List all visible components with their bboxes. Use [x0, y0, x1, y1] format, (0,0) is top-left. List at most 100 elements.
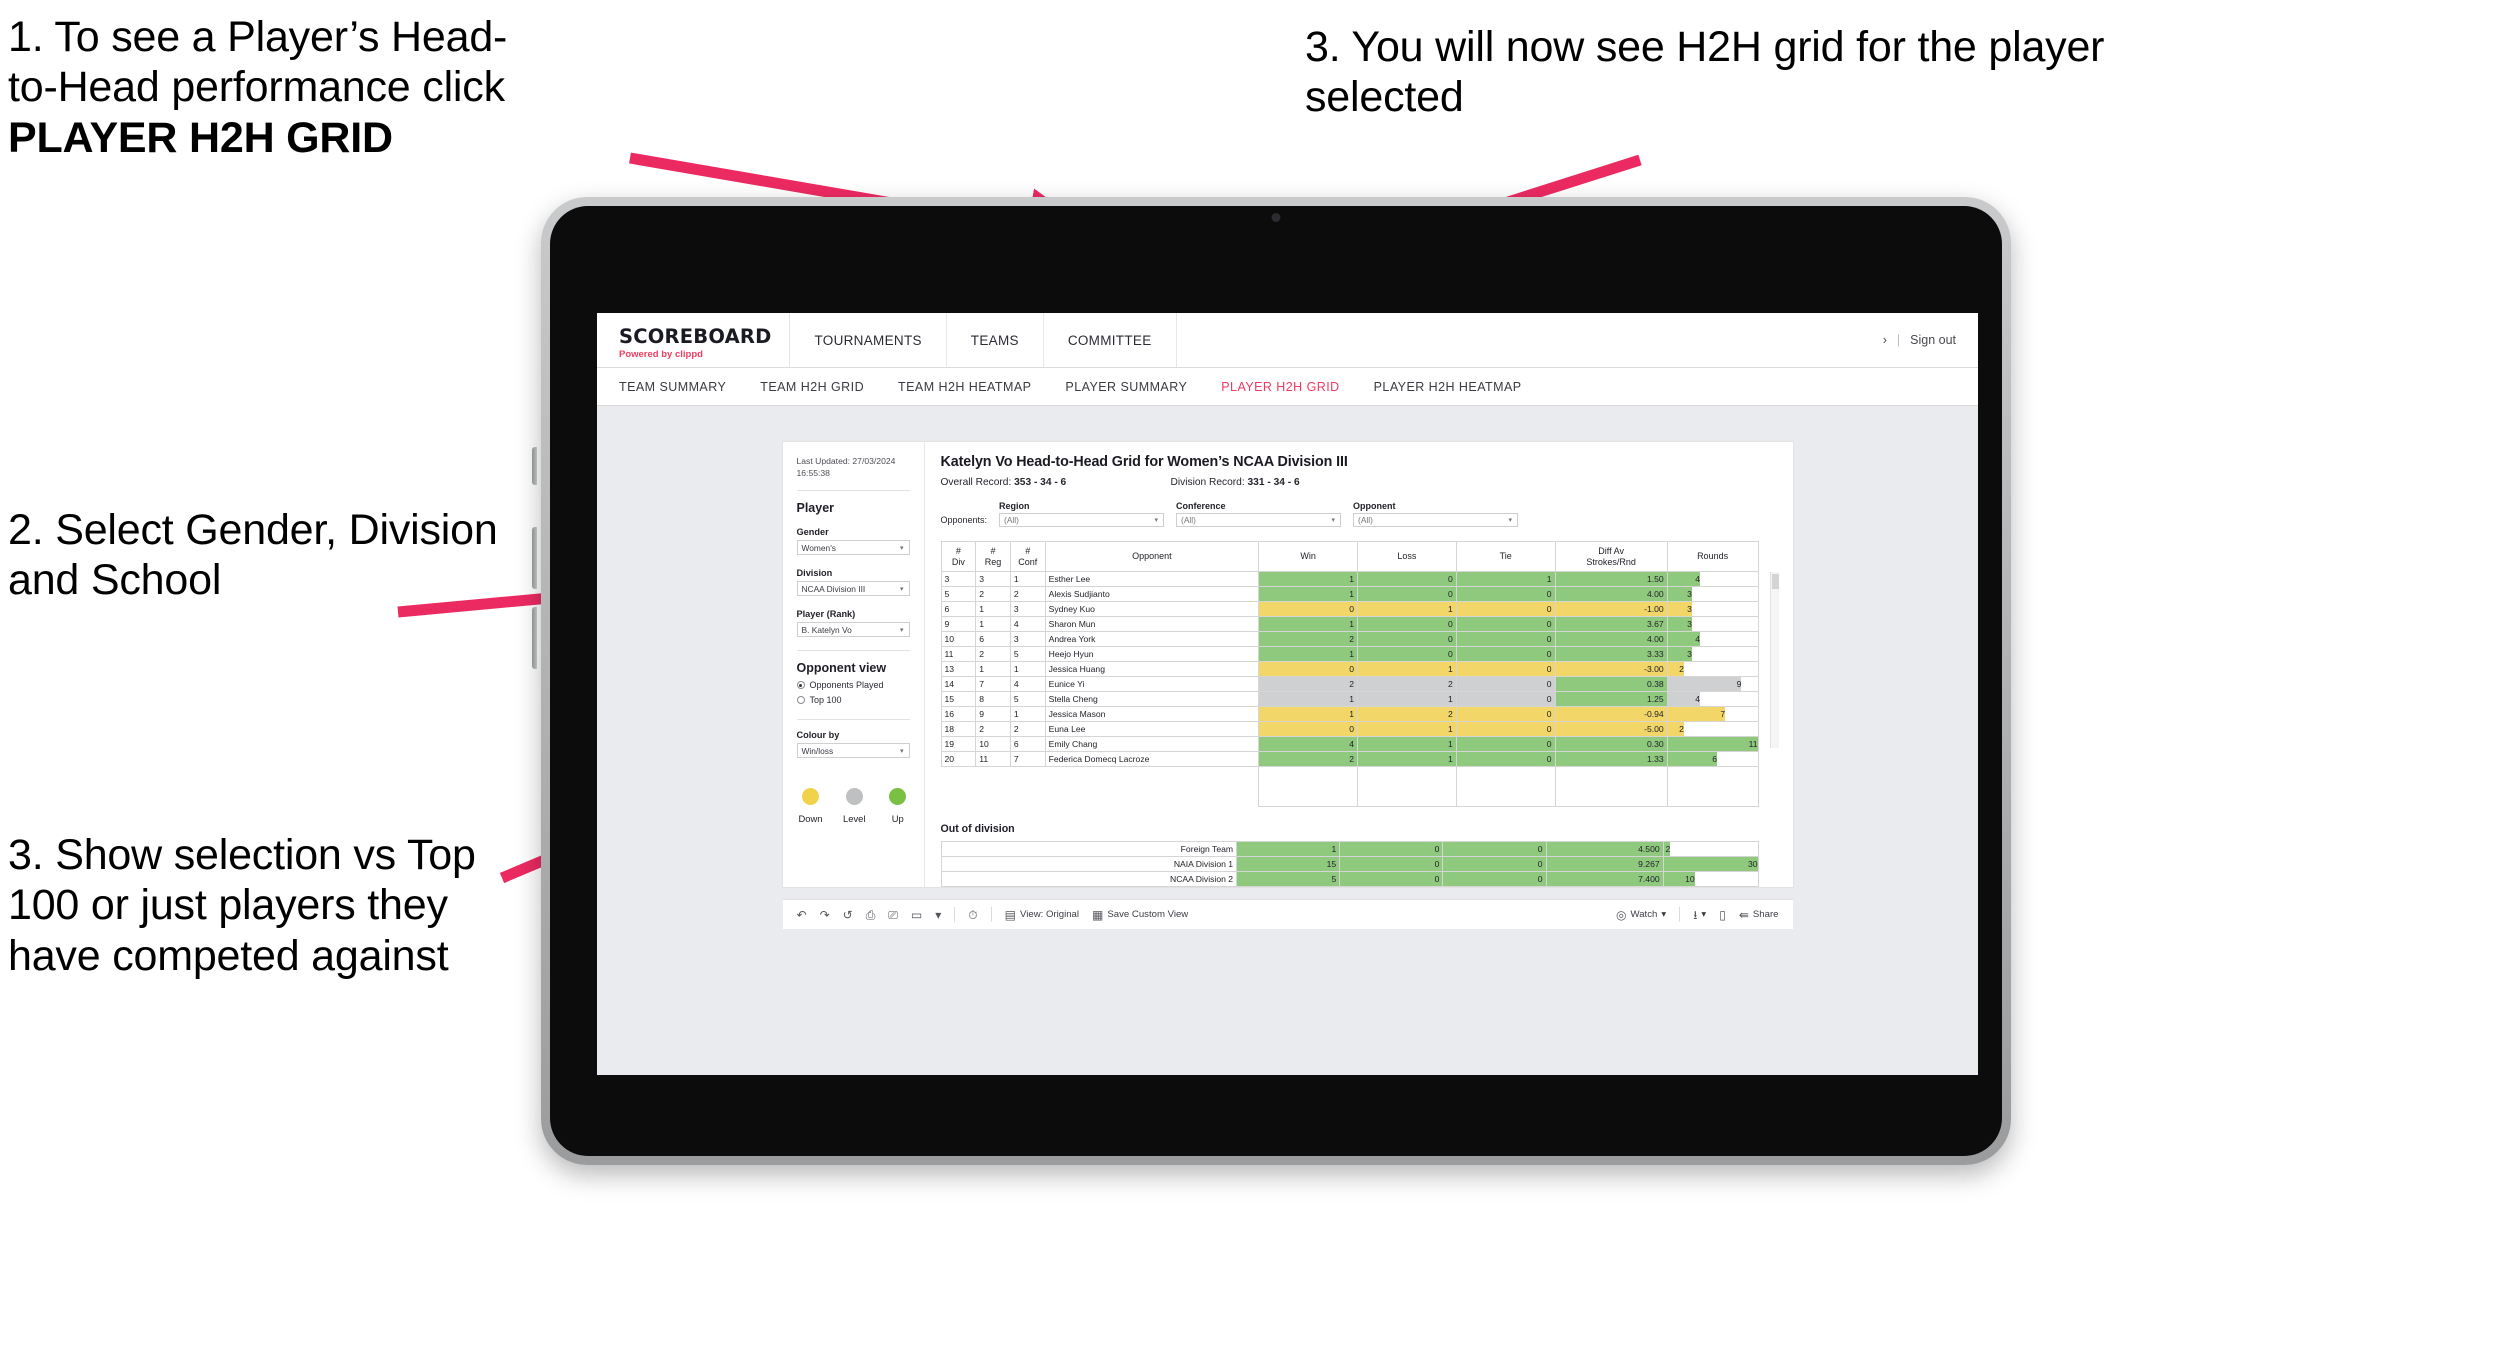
pause-auto-update-icon[interactable]: ⎚ — [888, 909, 898, 921]
table-row[interactable]: 15 8 5 Stella Cheng 1 1 0 1.25 4 — [940, 691, 1759, 707]
radio-top-100[interactable]: Top 100 — [796, 695, 910, 705]
out-of-division-row[interactable]: Foreign Team 1 0 0 4.500 2 — [940, 841, 1759, 857]
legend-label-level: Level — [843, 813, 866, 825]
cell-rounds: 3 — [1666, 646, 1759, 662]
cell-tie: 0 — [1455, 751, 1556, 767]
player-rank-select[interactable]: B. Katelyn Vo ▾ — [796, 622, 910, 638]
filter-label-division: Division — [796, 568, 833, 579]
col-header-diff[interactable]: Diff Av Strokes/Rnd — [1554, 541, 1668, 572]
table-row[interactable]: 11 2 5 Heejo Hyun 1 0 0 3.33 3 — [940, 646, 1759, 662]
cell-rounds: 2 — [1666, 721, 1759, 737]
table-row[interactable]: 9 1 4 Sharon Mun 1 0 0 3.67 3 — [940, 616, 1759, 632]
revert-icon[interactable]: ↺ — [843, 909, 853, 921]
cell-tie: 0 — [1455, 616, 1556, 632]
view-original-button[interactable]: ▤ View: Original — [1005, 909, 1079, 921]
redo-icon[interactable]: ↷ — [820, 909, 830, 921]
cell-ood-win: 1 — [1236, 841, 1341, 857]
refresh-icon[interactable]: ⎙ — [866, 909, 876, 921]
colour-by-select[interactable]: Win/loss ▾ — [796, 743, 910, 759]
col-header-loss[interactable]: Loss — [1356, 541, 1457, 572]
chevron-right-icon[interactable]: › — [1883, 333, 1887, 347]
nav-item-committee[interactable]: COMMITTEE — [1044, 313, 1177, 367]
download-button[interactable]: ⭳ ▾ — [1693, 909, 1706, 921]
table-vertical-scrollbar[interactable] — [1769, 572, 1779, 748]
cell-ood-name: Foreign Team — [940, 841, 1238, 857]
watch-button[interactable]: ◎ Watch ▾ — [1616, 909, 1666, 921]
tab-team-summary[interactable]: TEAM SUMMARY — [619, 380, 726, 394]
tab-team-h2h-heatmap[interactable]: TEAM H2H HEATMAP — [898, 380, 1031, 394]
filter-group-gender: Gender Women's ▾ — [796, 527, 910, 556]
filter-group-colour-by: Colour by Win/loss ▾ — [796, 730, 910, 759]
clock-icon[interactable]: ⏱ — [968, 909, 977, 921]
filter-section-title-player: Player — [796, 501, 835, 516]
cell-diff: 1.25 — [1554, 691, 1668, 707]
scrollbar-thumb[interactable] — [1771, 574, 1779, 589]
out-of-division-row[interactable]: NCAA Division 2 5 0 0 7.400 10 — [940, 871, 1759, 887]
col-header-div[interactable]: # Div — [940, 541, 977, 572]
cell-loss: 0 — [1356, 616, 1457, 632]
device-button-volume-down[interactable] — [532, 607, 537, 669]
share-button[interactable]: ⇚ Share — [1739, 909, 1779, 921]
device-button-power[interactable] — [532, 447, 537, 485]
fullscreen-icon[interactable]: ▯ — [1719, 909, 1726, 921]
record-summary: Overall Record: 353 - 34 - 6 Division Re… — [941, 477, 1779, 488]
table-row[interactable]: 19 10 6 Emily Chang 4 1 0 0.30 11 — [940, 736, 1759, 752]
opponent-select[interactable]: (All) ▾ — [1353, 513, 1519, 527]
cell-rounds: 3 — [1666, 601, 1759, 617]
cell-div: 10 — [940, 631, 977, 647]
col-header-rounds[interactable]: Rounds — [1666, 541, 1759, 572]
brand-logo[interactable]: SCOREBOARD Powered by clippd — [597, 313, 791, 367]
sign-out-link[interactable]: Sign out — [1910, 333, 1956, 347]
chevron-down-icon[interactable]: ▾ — [935, 909, 941, 921]
col-header-reg[interactable]: # Reg — [975, 541, 1011, 572]
cell-ood-loss: 0 — [1339, 856, 1444, 872]
col-header-opponent[interactable]: Opponent — [1044, 541, 1260, 572]
cell-conf: 6 — [1009, 736, 1046, 752]
out-of-division-row[interactable]: NAIA Division 1 15 0 0 9.267 30 — [940, 856, 1759, 872]
division-record-label: Division Record: — [1170, 477, 1245, 488]
device-button-volume-up[interactable] — [532, 527, 537, 589]
cell-win: 1 — [1258, 706, 1358, 722]
cell-tie: 0 — [1455, 646, 1556, 662]
tab-player-h2h-grid[interactable]: PLAYER H2H GRID — [1221, 380, 1339, 394]
undo-icon[interactable]: ↶ — [797, 909, 807, 921]
brand-tagline: Powered by clippd — [619, 349, 771, 360]
table-row[interactable]: 18 2 2 Euna Lee 0 1 0 -5.00 2 — [940, 721, 1759, 737]
table-row[interactable]: 16 9 1 Jessica Mason 1 2 0 -0.94 7 — [940, 706, 1759, 722]
cell-tie: 0 — [1455, 736, 1556, 752]
tab-player-summary[interactable]: PLAYER SUMMARY — [1065, 380, 1187, 394]
cell-opponent: Euna Lee — [1044, 721, 1260, 737]
download-icon: ⭳ — [1693, 907, 1698, 922]
cell-ood-diff: 4.500 — [1545, 841, 1664, 857]
tab-team-h2h-grid[interactable]: TEAM H2H GRID — [760, 380, 864, 394]
app-top-navbar: SCOREBOARD Powered by clippd TOURNAMENTS… — [597, 313, 1978, 368]
table-row[interactable]: 3 3 1 Esther Lee 1 0 1 1.50 4 — [940, 571, 1759, 587]
nav-item-tournaments[interactable]: TOURNAMENTS — [790, 313, 947, 367]
cell-div: 3 — [940, 571, 977, 587]
col-header-conf[interactable]: # Conf — [1009, 541, 1046, 572]
col-header-tie[interactable]: Tie — [1455, 541, 1556, 572]
filter-group-opponent: Opponent (All) ▾ — [1353, 501, 1519, 527]
topnav-right-group: › | Sign out — [1883, 313, 1978, 367]
table-row[interactable]: 20 11 7 Federica Domecq Lacroze 2 1 0 1.33 6 — [940, 751, 1759, 767]
nav-item-teams[interactable]: TEAMS — [947, 313, 1044, 367]
gender-select[interactable]: Women's ▾ — [796, 540, 910, 556]
table-row[interactable]: 6 1 3 Sydney Kuo 0 1 0 -1.00 3 — [940, 601, 1759, 617]
col-header-win[interactable]: Win — [1258, 541, 1358, 572]
table-row[interactable]: 13 1 1 Jessica Huang 0 1 0 -3.00 2 — [940, 661, 1759, 677]
table-row[interactable]: 10 6 3 Andrea York 2 0 0 4.00 4 — [940, 631, 1759, 647]
tab-player-h2h-heatmap[interactable]: PLAYER H2H HEATMAP — [1374, 380, 1522, 394]
radio-opponents-played[interactable]: Opponents Played — [796, 680, 910, 690]
cell-loss: 1 — [1356, 691, 1457, 707]
table-row[interactable]: 14 7 4 Eunice Yi 2 2 0 0.38 9 — [940, 676, 1759, 692]
table-row[interactable]: 5 2 2 Alexis Sudjianto 1 0 0 4.00 3 — [940, 586, 1759, 602]
conference-select[interactable]: (All) ▾ — [1176, 513, 1342, 527]
device-layout-icon[interactable]: ▭ — [911, 909, 922, 921]
legend-item-level: Level — [842, 788, 866, 824]
filter-group-division: Division NCAA Division III ▾ — [796, 568, 910, 597]
save-custom-view-button[interactable]: ▦ Save Custom View — [1092, 909, 1188, 921]
region-select[interactable]: (All) ▾ — [999, 513, 1165, 527]
col-header-conf-l1: # — [1025, 546, 1031, 557]
cell-opponent: Jessica Mason — [1044, 706, 1260, 722]
division-select[interactable]: NCAA Division III ▾ — [796, 581, 910, 597]
